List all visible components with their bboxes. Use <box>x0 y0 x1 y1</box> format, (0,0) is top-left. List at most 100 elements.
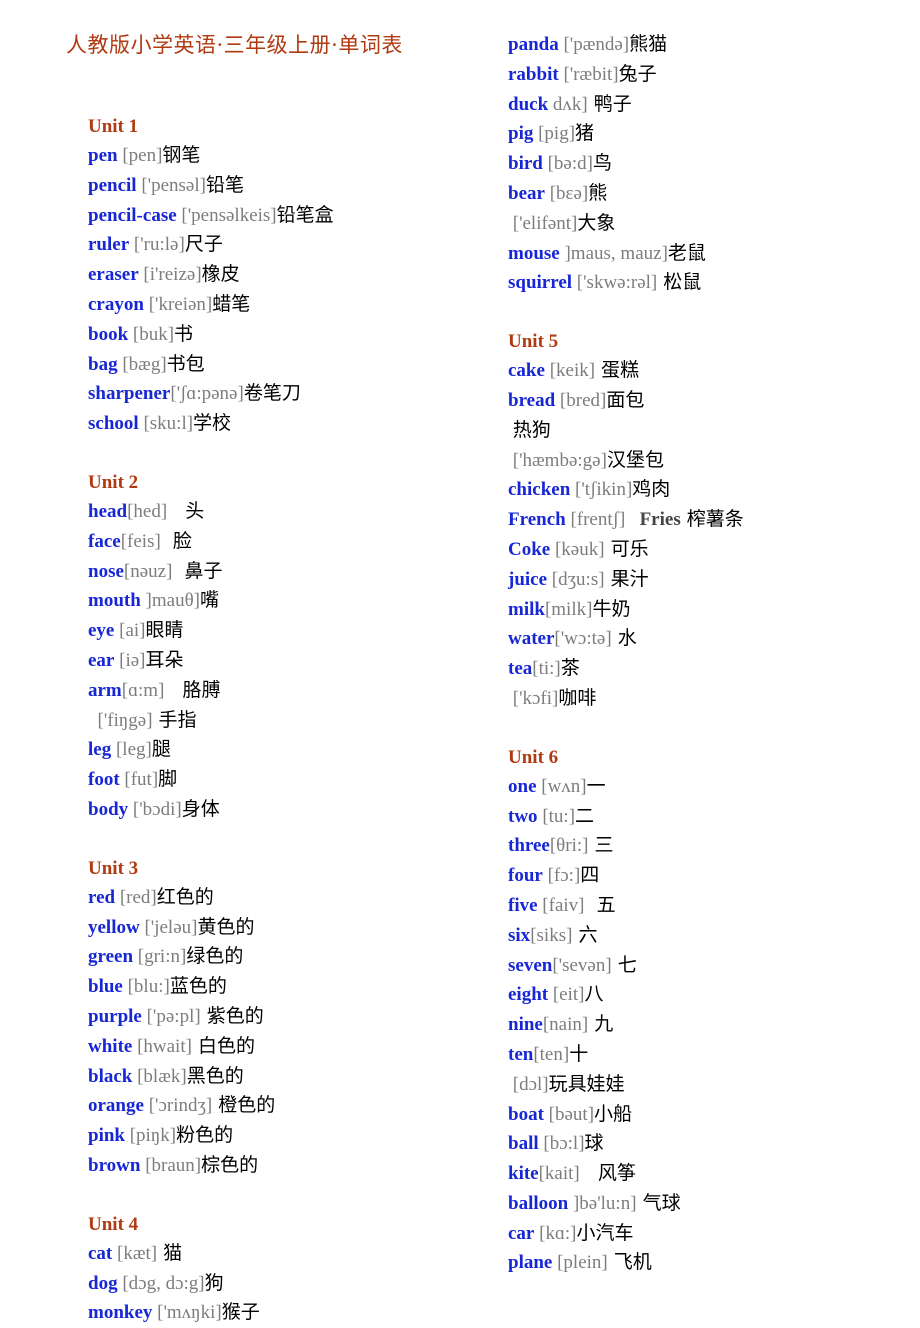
vocabulary-entry: tea[ti:]茶 <box>508 654 908 684</box>
phonetic-transcription: [plein] <box>552 1252 608 1274</box>
phonetic-transcription: [milk] <box>544 598 593 620</box>
phonetic-transcription: [kəuk] <box>550 538 605 560</box>
chinese-meaning: 蜡笔 <box>212 292 251 315</box>
vocabulary-entry: pencil ['pensəl]铅笔 <box>88 171 488 201</box>
english-word: green <box>88 946 134 968</box>
phonetic-transcription: [bred] <box>555 389 607 411</box>
phonetic-transcription: ['kreiən] <box>143 293 213 315</box>
chinese-meaning: 榨薯条 <box>680 508 744 531</box>
chinese-meaning: 面包 <box>606 388 645 411</box>
vocabulary-entry: Coke [kəuk] 可乐 <box>508 535 908 565</box>
chinese-meaning: 脸 <box>160 529 192 552</box>
english-word: monkey <box>88 1302 153 1324</box>
chinese-meaning: 三 <box>588 834 614 857</box>
vocabulary-entry: eye [ai]眼睛 <box>88 616 488 646</box>
chinese-meaning: 五 <box>584 893 616 916</box>
phonetic-transcription: [hwait] <box>132 1035 192 1057</box>
english-word: tea <box>508 658 533 680</box>
chinese-meaning: 鸟 <box>592 152 612 175</box>
vocabulary-entry: brown [braun]棕色的 <box>88 1151 488 1181</box>
vocabulary-entry: boat [bəut]小船 <box>508 1100 908 1130</box>
phonetic-transcription: [siks] <box>530 924 573 946</box>
vocabulary-entry: ['hæmbə:gə]汉堡包 <box>508 446 908 476</box>
vocabulary-entry: purple ['pə:pl] 紫色的 <box>88 1002 488 1032</box>
english-word: pink <box>88 1125 125 1147</box>
phonetic-transcription: [ɑ:m] <box>121 679 165 701</box>
chinese-meaning: 二 <box>575 804 595 827</box>
chinese-meaning: 铅笔盒 <box>276 203 334 226</box>
chinese-meaning: 眼睛 <box>145 619 184 642</box>
phonetic-transcription: ['hæmbə:gə] <box>508 449 607 471</box>
chinese-meaning: 大象 <box>577 211 616 234</box>
english-word: seven <box>508 954 553 976</box>
english-word: ten <box>508 1043 534 1065</box>
vocabulary-entry: three[θri:] 三 <box>508 831 908 861</box>
phonetic-transcription: dʌk] <box>548 93 588 115</box>
phonetic-transcription: [eit] <box>548 984 585 1006</box>
english-word: plane <box>508 1252 553 1274</box>
english-word: nose <box>88 560 124 582</box>
phonetic-transcription: [braun] <box>140 1154 202 1176</box>
english-word: mouse <box>508 242 560 264</box>
chinese-meaning: 卷笔刀 <box>243 382 301 405</box>
vocabulary-entry: milk[milk]牛奶 <box>508 595 908 625</box>
chinese-meaning: 蛋糕 <box>595 359 640 382</box>
english-word: eye <box>88 620 115 642</box>
vocabulary-entry: ten[ten]十 <box>508 1040 908 1070</box>
vocabulary-entry: squirrel ['skwə:rəl] 松鼠 <box>508 268 908 298</box>
vocabulary-entry: car [kɑ:]小汽车 <box>508 1219 908 1249</box>
english-word: car <box>508 1222 535 1244</box>
phonetic-transcription: [keik] <box>544 360 596 382</box>
page-title: 人教版小学英语·三年级上册·单词表 <box>66 33 403 57</box>
phonetic-transcription: [dɔg, dɔ:g] <box>117 1272 205 1294</box>
phonetic-transcription: [nəuz] <box>123 560 173 582</box>
phonetic-transcription: [kɑ:] <box>534 1222 577 1244</box>
chinese-meaning: 脚 <box>158 768 178 791</box>
english-word: white <box>88 1035 133 1057</box>
chinese-meaning: 熊猫 <box>629 33 668 55</box>
vocabulary-entry: juice [dʒu:s] 果汁 <box>508 565 908 595</box>
phonetic-transcription: [kait] <box>538 1163 580 1185</box>
english-word: three <box>508 835 550 857</box>
vocabulary-entry: 热狗 <box>508 416 908 446</box>
vocabulary-page: 人教版小学英语·三年级上册·单词表 Unit 1 pen [pen]钢笔 penci… <box>0 0 920 1323</box>
english-word: arm <box>88 679 122 701</box>
phonetic-transcription: [bɔ:l] <box>538 1133 585 1155</box>
english-word: nine <box>508 1014 543 1036</box>
phonetic-transcription: [red] <box>115 886 157 908</box>
phonetic-transcription: [dɔl] <box>508 1073 549 1095</box>
phonetic-transcription: ['jeləu] <box>139 916 198 938</box>
chinese-meaning: 九 <box>588 1013 614 1036</box>
phonetic-transcription: [fut] <box>119 769 159 791</box>
vocabulary-entry: bird [bə:d]鸟 <box>508 149 908 179</box>
phonetic-transcription: [wʌn] <box>536 775 587 797</box>
vocabulary-entry: ['kɔfi]咖啡 <box>508 684 908 714</box>
chinese-meaning: 手指 <box>152 708 197 731</box>
english-word: squirrel <box>508 272 573 294</box>
phonetic-transcription: [tu:] <box>537 805 576 827</box>
chinese-meaning: 橡皮 <box>201 263 240 286</box>
phonetic-transcription: ['elifənt] <box>508 212 578 234</box>
phonetic-transcription: ['wɔ:tə] <box>554 628 612 650</box>
vocabulary-entry: cat [kæt] 猫 <box>88 1239 488 1269</box>
phonetic-transcription: ['ræbit] <box>558 63 619 85</box>
chinese-meaning: 黑色的 <box>186 1064 244 1087</box>
english-word: red <box>88 886 116 908</box>
chinese-meaning: 猫 <box>157 1241 183 1264</box>
chinese-meaning: 七 <box>611 953 637 976</box>
phonetic-transcription: ]bə'lu:n] <box>568 1192 637 1214</box>
column-left: Unit 1 pen [pen]钢笔 pencil ['pensəl]铅笔 penci… <box>88 112 488 1328</box>
chinese-meaning: 身体 <box>181 797 220 820</box>
chinese-meaning: 橙色的 <box>212 1094 276 1117</box>
phonetic-transcription: [ti:] <box>532 658 561 680</box>
chinese-meaning: 气球 <box>636 1191 681 1214</box>
phonetic-transcription: [ai] <box>114 620 146 642</box>
phonetic-transcription: ['ru:lə] <box>129 234 185 256</box>
vocabulary-entry: ['elifənt]大象 <box>508 209 908 239</box>
english-word: pencil <box>88 174 137 196</box>
vocabulary-entry: black [blæk]黑色的 <box>88 1062 488 1092</box>
english-word: cat <box>88 1242 113 1264</box>
chinese-meaning: 老鼠 <box>667 241 706 264</box>
